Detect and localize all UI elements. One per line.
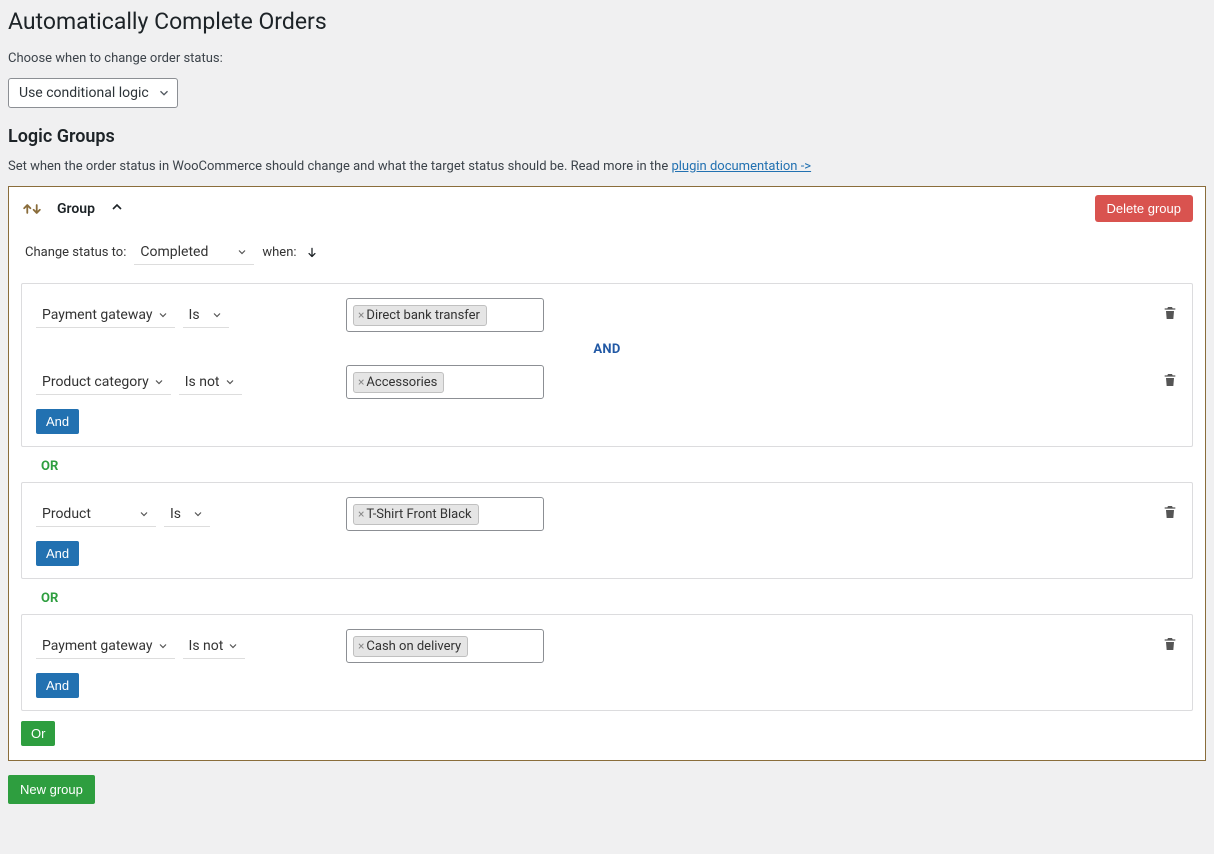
and-separator: AND xyxy=(36,342,1178,357)
chevron-down-icon xyxy=(157,86,171,100)
field-select[interactable]: Product xyxy=(36,502,156,527)
value-tag-label: Direct bank transfer xyxy=(366,308,480,323)
value-tag: × T-Shirt Front Black xyxy=(353,504,479,525)
or-separator: OR xyxy=(41,591,1193,606)
chevron-down-icon xyxy=(224,376,236,388)
condition-row: Product category Is not × Accessories xyxy=(36,365,1178,399)
add-and-button[interactable]: And xyxy=(36,541,79,566)
value-input[interactable]: × Cash on delivery xyxy=(346,629,544,663)
status-select[interactable]: Completed xyxy=(134,240,254,265)
value-tag: × Direct bank transfer xyxy=(353,305,487,326)
arrow-down-icon xyxy=(305,246,319,260)
collapse-toggle-icon[interactable] xyxy=(109,199,125,219)
remove-tag-icon[interactable]: × xyxy=(358,639,364,653)
trash-icon[interactable] xyxy=(1162,305,1178,325)
change-status-label: Change status to: xyxy=(25,245,126,260)
value-tag-label: T-Shirt Front Black xyxy=(366,507,471,522)
value-tag: × Accessories xyxy=(353,372,444,393)
group-header: Group Delete group xyxy=(21,195,1193,222)
field-select[interactable]: Payment gateway xyxy=(36,634,175,659)
condition-row: Payment gateway Is × Direct bank transfe… xyxy=(36,298,1178,332)
field-select-value: Payment gateway xyxy=(42,638,153,654)
choose-label: Choose when to change order status: xyxy=(8,51,1206,66)
operator-select[interactable]: Is not xyxy=(179,370,242,395)
field-select-value: Payment gateway xyxy=(42,307,153,323)
operator-select[interactable]: Is not xyxy=(183,634,246,659)
logic-desc-text: Set when the order status in WooCommerce… xyxy=(8,159,671,174)
chevron-down-icon xyxy=(192,508,204,520)
remove-tag-icon[interactable]: × xyxy=(358,308,364,322)
trash-icon[interactable] xyxy=(1162,372,1178,392)
operator-select-value: Is not xyxy=(189,638,224,654)
chevron-down-icon xyxy=(153,376,165,388)
operator-select-value: Is not xyxy=(185,374,220,390)
field-select-value: Product category xyxy=(42,374,149,390)
trash-icon[interactable] xyxy=(1162,504,1178,524)
new-group-button[interactable]: New group xyxy=(8,775,95,804)
value-tag-label: Accessories xyxy=(366,375,437,390)
add-and-button[interactable]: And xyxy=(36,673,79,698)
chevron-down-icon xyxy=(211,309,223,321)
chevron-down-icon xyxy=(157,309,169,321)
operator-select[interactable]: Is xyxy=(164,502,210,527)
remove-tag-icon[interactable]: × xyxy=(358,375,364,389)
or-separator: OR xyxy=(41,459,1193,474)
chevron-down-icon xyxy=(236,246,248,258)
mode-select-value: Use conditional logic xyxy=(19,85,149,101)
status-select-value: Completed xyxy=(140,244,208,260)
group-label: Group xyxy=(57,201,95,217)
field-select-value: Product xyxy=(42,506,91,522)
page-title: Automatically Complete Orders xyxy=(8,8,1206,35)
status-row: Change status to: Completed when: xyxy=(25,240,1193,265)
condition-row: Product Is × T-Shirt Front Black xyxy=(36,497,1178,531)
sort-handle-icon[interactable] xyxy=(21,200,43,218)
chevron-down-icon xyxy=(227,640,239,652)
operator-select-value: Is xyxy=(189,307,200,323)
value-input[interactable]: × T-Shirt Front Black xyxy=(346,497,544,531)
value-tag: × Cash on delivery xyxy=(353,636,468,657)
chevron-down-icon xyxy=(157,640,169,652)
field-select[interactable]: Payment gateway xyxy=(36,303,175,328)
condition-block: Product Is × T-Shirt Front Black And xyxy=(21,482,1193,579)
logic-group: Group Delete group Change status to: Com… xyxy=(8,186,1206,761)
add-or-button[interactable]: Or xyxy=(21,721,55,746)
add-and-button[interactable]: And xyxy=(36,409,79,434)
value-input[interactable]: × Direct bank transfer xyxy=(346,298,544,332)
operator-select[interactable]: Is xyxy=(183,303,229,328)
value-input[interactable]: × Accessories xyxy=(346,365,544,399)
operator-select-value: Is xyxy=(170,506,181,522)
value-tag-label: Cash on delivery xyxy=(366,639,461,654)
delete-group-button[interactable]: Delete group xyxy=(1095,195,1193,222)
field-select[interactable]: Product category xyxy=(36,370,171,395)
logic-groups-heading: Logic Groups xyxy=(8,126,1206,147)
logic-groups-description: Set when the order status in WooCommerce… xyxy=(8,159,1206,174)
when-label: when: xyxy=(262,245,296,260)
condition-block: Payment gateway Is not × Cash on deliver… xyxy=(21,614,1193,711)
trash-icon[interactable] xyxy=(1162,636,1178,656)
condition-row: Payment gateway Is not × Cash on deliver… xyxy=(36,629,1178,663)
mode-select[interactable]: Use conditional logic xyxy=(8,78,178,108)
chevron-down-icon xyxy=(138,508,150,520)
condition-block: Payment gateway Is × Direct bank transfe… xyxy=(21,283,1193,447)
remove-tag-icon[interactable]: × xyxy=(358,507,364,521)
plugin-documentation-link[interactable]: plugin documentation -> xyxy=(671,159,811,174)
